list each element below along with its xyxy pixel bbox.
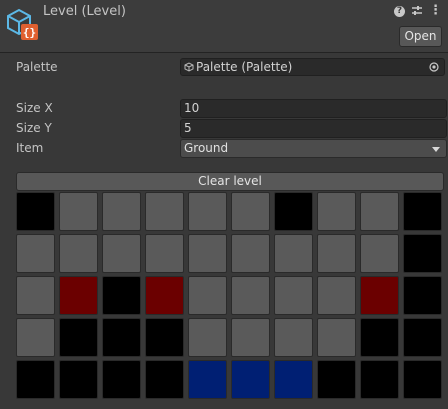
size-y-input[interactable]: 5: [180, 119, 447, 138]
grid-cell-black[interactable]: [102, 318, 141, 357]
object-picker-icon[interactable]: [429, 62, 439, 72]
grid-cell-blue[interactable]: [274, 360, 313, 399]
help-icon[interactable]: ?: [394, 5, 405, 17]
grid-cell-ground[interactable]: [145, 234, 184, 273]
grid-cell-black[interactable]: [16, 360, 55, 399]
palette-value: Palette (Palette): [196, 60, 293, 74]
grid-cell-ground[interactable]: [16, 276, 55, 315]
grid-cell-ground[interactable]: [16, 318, 55, 357]
grid-cell-ground[interactable]: [145, 192, 184, 231]
grid-cell-black[interactable]: [102, 360, 141, 399]
grid-cell-ground[interactable]: [360, 234, 399, 273]
size-x-input[interactable]: 10: [180, 99, 447, 118]
grid-cell-ground[interactable]: [231, 276, 270, 315]
grid-cell-ground[interactable]: [231, 234, 270, 273]
level-grid: [15, 191, 444, 402]
grid-cell-black[interactable]: [403, 234, 442, 273]
grid-cell-ground[interactable]: [317, 192, 356, 231]
inspector-header: {} Level (Level) ? ⋮ Open: [0, 0, 448, 52]
grid-cell-ground[interactable]: [188, 276, 227, 315]
grid-cell-ground[interactable]: [102, 192, 141, 231]
grid-cell-red[interactable]: [145, 276, 184, 315]
grid-cell-black[interactable]: [360, 360, 399, 399]
grid-cell-black[interactable]: [317, 360, 356, 399]
size-x-label: Size X: [16, 101, 53, 115]
grid-cell-black[interactable]: [145, 318, 184, 357]
grid-cell-black[interactable]: [403, 276, 442, 315]
grid-cell-black[interactable]: [59, 318, 98, 357]
grid-cell-ground[interactable]: [16, 234, 55, 273]
grid-cell-ground[interactable]: [231, 192, 270, 231]
grid-cell-ground[interactable]: [231, 318, 270, 357]
grid-cell-black[interactable]: [403, 318, 442, 357]
size-y-label: Size Y: [16, 121, 52, 135]
grid-cell-red[interactable]: [360, 276, 399, 315]
palette-label: Palette: [16, 60, 58, 74]
scriptable-object-icon: {}: [7, 8, 38, 40]
grid-cell-red[interactable]: [59, 276, 98, 315]
grid-cell-blue[interactable]: [188, 360, 227, 399]
grid-cell-ground[interactable]: [188, 234, 227, 273]
item-dropdown[interactable]: Ground: [180, 139, 447, 158]
grid-cell-black[interactable]: [145, 360, 184, 399]
grid-cell-black[interactable]: [274, 192, 313, 231]
svg-text:{}: {}: [23, 26, 36, 39]
open-button[interactable]: Open: [399, 26, 442, 47]
chevron-down-icon: [432, 147, 440, 152]
palette-object-field[interactable]: Palette (Palette): [180, 58, 445, 76]
grid-cell-ground[interactable]: [188, 318, 227, 357]
grid-cell-blue[interactable]: [231, 360, 270, 399]
grid-cell-ground[interactable]: [274, 318, 313, 357]
kebab-menu-icon[interactable]: ⋮: [429, 4, 442, 17]
grid-cell-ground[interactable]: [317, 234, 356, 273]
grid-cell-black[interactable]: [360, 318, 399, 357]
item-dropdown-value: Ground: [184, 141, 229, 155]
grid-cell-ground[interactable]: [317, 318, 356, 357]
grid-cell-black[interactable]: [403, 360, 442, 399]
scriptable-object-small-icon: [184, 62, 194, 72]
grid-cell-ground[interactable]: [360, 192, 399, 231]
grid-cell-black[interactable]: [102, 276, 141, 315]
grid-cell-ground[interactable]: [59, 192, 98, 231]
grid-cell-ground[interactable]: [188, 192, 227, 231]
header-divider: [0, 52, 448, 53]
grid-cell-black[interactable]: [59, 360, 98, 399]
header-icons: ? ⋮: [394, 4, 442, 17]
grid-cell-ground[interactable]: [274, 276, 313, 315]
grid-cell-ground[interactable]: [274, 234, 313, 273]
grid-cell-ground[interactable]: [102, 234, 141, 273]
grid-cell-black[interactable]: [403, 192, 442, 231]
grid-cell-black[interactable]: [16, 192, 55, 231]
grid-cell-ground[interactable]: [59, 234, 98, 273]
presets-icon[interactable]: [411, 5, 423, 17]
clear-level-button[interactable]: Clear level: [16, 172, 444, 191]
grid-cell-ground[interactable]: [317, 276, 356, 315]
asset-title: Level (Level): [43, 4, 126, 19]
item-label: Item: [16, 141, 44, 155]
